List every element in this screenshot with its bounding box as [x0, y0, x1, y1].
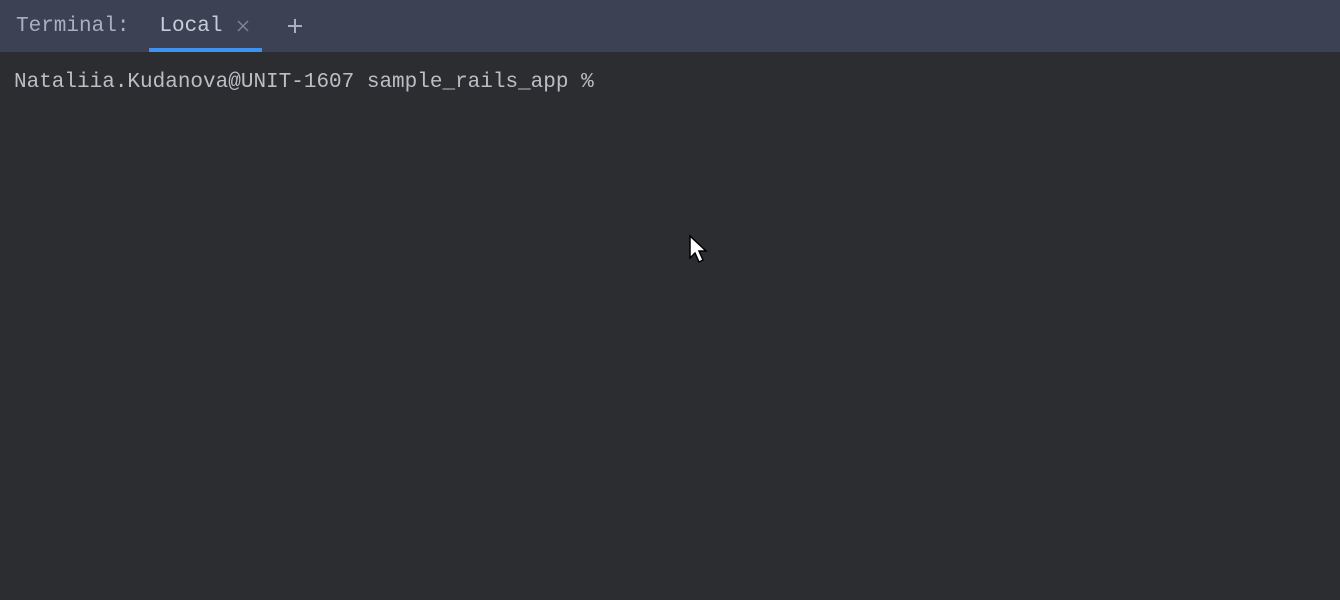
terminal-body[interactable]: Nataliia.Kudanova@UNIT-1607 sample_rails…: [0, 52, 1340, 113]
close-icon[interactable]: [234, 17, 252, 35]
terminal-prompt: Nataliia.Kudanova@UNIT-1607 sample_rails…: [14, 68, 1326, 97]
tab-local[interactable]: Local: [149, 0, 262, 52]
mouse-cursor-icon: [686, 234, 710, 271]
panel-title: Terminal:: [16, 15, 129, 38]
terminal-header: Terminal: Local: [0, 0, 1340, 52]
add-tab-button[interactable]: [286, 17, 304, 35]
tab-label: Local: [159, 15, 222, 38]
